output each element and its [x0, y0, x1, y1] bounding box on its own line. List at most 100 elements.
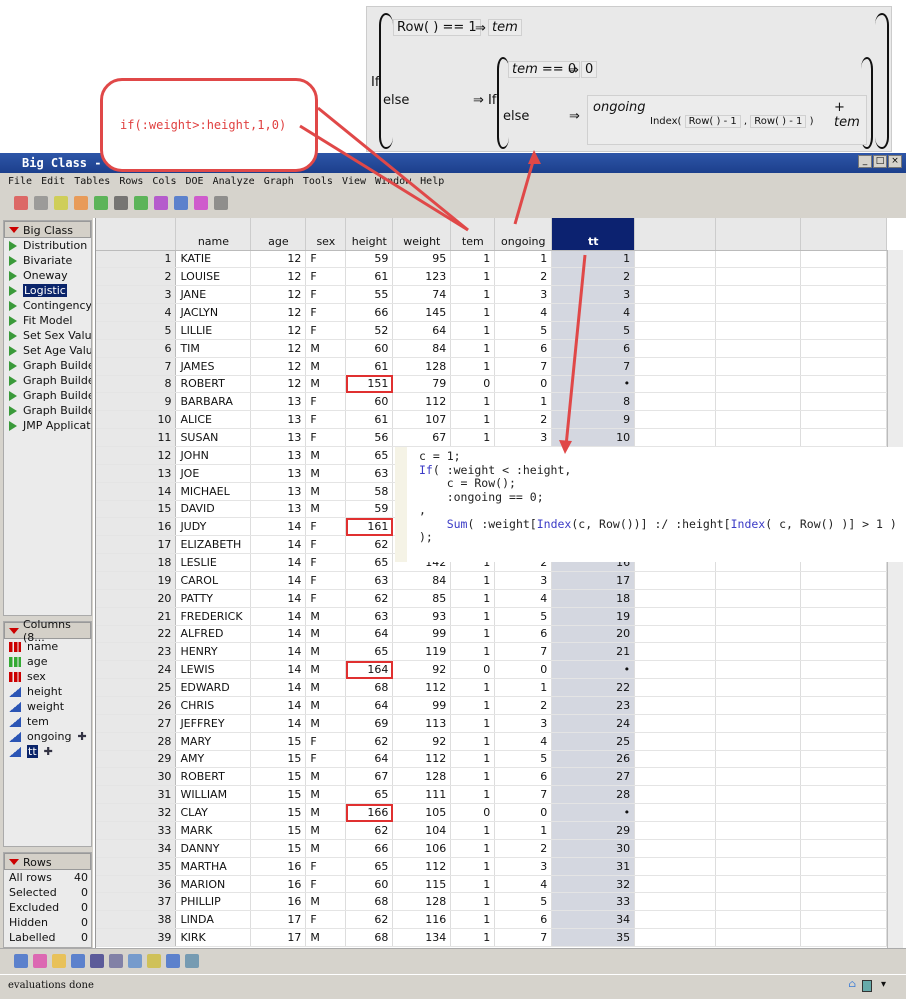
cell-age[interactable]: 12	[250, 250, 307, 269]
cell-age[interactable]: 12	[250, 321, 307, 340]
cell-tt[interactable]: 35	[551, 928, 636, 948]
cell-name[interactable]: MARY	[175, 732, 252, 751]
cell-sex[interactable]: F	[305, 410, 347, 430]
cell-tt[interactable]: 21	[551, 642, 636, 662]
cell-tem[interactable]: 1	[450, 303, 496, 322]
toolbar-tool-icon[interactable]	[154, 196, 168, 210]
table-row[interactable]: 10 ALICE 13 F 61 107 1 2 9	[96, 410, 887, 430]
row-number[interactable]: 19	[96, 571, 177, 590]
cell-tem[interactable]: 1	[450, 392, 496, 412]
cell-ongoing[interactable]: 6	[494, 910, 553, 930]
cell-height[interactable]: 55	[345, 285, 394, 305]
cell-sex[interactable]: F	[305, 250, 347, 269]
cell-name[interactable]: MARION	[175, 875, 252, 894]
row-number[interactable]: 38	[96, 910, 177, 930]
cell-sex[interactable]: F	[305, 517, 347, 537]
row-number[interactable]: 25	[96, 678, 177, 697]
red-triangle-icon[interactable]	[9, 628, 19, 634]
cell-weight[interactable]: 64	[392, 321, 452, 340]
row-number[interactable]: 10	[96, 410, 177, 430]
cell-sex[interactable]: F	[305, 285, 347, 305]
cell-ongoing[interactable]: 3	[494, 571, 553, 590]
cell-age[interactable]: 12	[250, 267, 307, 287]
cell-tt[interactable]: 8	[551, 392, 636, 412]
toolbar-tool-icon[interactable]	[34, 196, 48, 210]
table-row[interactable]: 32 CLAY 15 M 166 105 0 0 •	[96, 803, 887, 822]
table-row[interactable]: 33 MARK 15 M 62 104 1 1 29	[96, 821, 887, 840]
cell-height[interactable]: 52	[345, 321, 394, 340]
cell-name[interactable]: MARK	[175, 821, 252, 840]
cell-tem[interactable]: 1	[450, 321, 496, 340]
cell-tt[interactable]: 19	[551, 607, 636, 626]
window-list-icon[interactable]	[862, 980, 872, 992]
row-number[interactable]: 36	[96, 875, 177, 894]
cell-sex[interactable]: M	[305, 892, 347, 912]
cell-tt[interactable]: 9	[551, 410, 636, 430]
cell-weight[interactable]: 105	[392, 803, 452, 822]
cell-age[interactable]: 14	[250, 678, 307, 697]
cell-sex[interactable]: F	[305, 857, 347, 876]
script-item[interactable]: Set Sex Value	[4, 328, 91, 343]
toolbar-tool-icon[interactable]	[194, 196, 208, 210]
cell-age[interactable]: 14	[250, 607, 307, 626]
table-row[interactable]: 34 DANNY 15 M 66 106 1 2 30	[96, 839, 887, 858]
script-item[interactable]: Contingency	[4, 298, 91, 313]
row-number[interactable]: 28	[96, 732, 177, 751]
cell-tem[interactable]: 1	[450, 571, 496, 590]
cell-height[interactable]: 64	[345, 750, 394, 769]
column-header-name[interactable]: name	[175, 218, 252, 251]
toolbar-tool-icon[interactable]	[114, 196, 128, 210]
row-number[interactable]: 33	[96, 821, 177, 840]
cell-ongoing[interactable]: 6	[494, 625, 553, 644]
toolbar-tool-icon[interactable]	[14, 954, 28, 968]
cell-tt[interactable]: 29	[551, 821, 636, 840]
cell-age[interactable]: 14	[250, 625, 307, 644]
toolbar-tool-icon[interactable]	[134, 196, 148, 210]
cell-height[interactable]: 65	[345, 857, 394, 876]
cell-ongoing[interactable]: 2	[494, 696, 553, 715]
cell-name[interactable]: KATIE	[175, 250, 252, 269]
table-row[interactable]: 30 ROBERT 15 M 67 128 1 6 27	[96, 767, 887, 787]
cell-weight[interactable]: 112	[392, 750, 452, 769]
cell-age[interactable]: 14	[250, 714, 307, 733]
cell-ongoing[interactable]: 3	[494, 714, 553, 733]
cell-name[interactable]: ELIZABETH	[175, 535, 252, 555]
cell-tem[interactable]: 1	[450, 642, 496, 662]
cell-height[interactable]: 68	[345, 928, 394, 948]
row-number[interactable]: 2	[96, 267, 177, 287]
cell-weight[interactable]: 128	[392, 767, 452, 787]
cell-tt[interactable]: •	[551, 660, 636, 680]
vertical-scrollbar[interactable]	[887, 250, 903, 948]
cell-weight[interactable]: 128	[392, 892, 452, 912]
cell-sex[interactable]: M	[305, 500, 347, 519]
toolbar-tool-icon[interactable]	[185, 954, 199, 968]
cell-sex[interactable]: M	[305, 357, 347, 376]
cell-name[interactable]: TIM	[175, 339, 252, 358]
menu-file[interactable]: File	[8, 176, 32, 191]
table-row[interactable]: 11 SUSAN 13 F 56 67 1 3 10	[96, 428, 887, 447]
toolbar-tool-icon[interactable]	[94, 196, 108, 210]
cell-age[interactable]: 14	[250, 517, 307, 537]
cell-weight[interactable]: 85	[392, 589, 452, 608]
cell-height[interactable]: 62	[345, 910, 394, 930]
toolbar-tool-icon[interactable]	[54, 196, 68, 210]
cell-age[interactable]: 14	[250, 535, 307, 555]
toolbar-tool-icon[interactable]	[90, 954, 104, 968]
cell-sex[interactable]: M	[305, 482, 347, 501]
cell-height[interactable]: 66	[345, 839, 394, 858]
cell-ongoing[interactable]: 0	[494, 803, 553, 822]
cell-height[interactable]: 65	[345, 446, 394, 465]
row-number[interactable]: 26	[96, 696, 177, 715]
cell-sex[interactable]: M	[305, 625, 347, 644]
cell-height[interactable]: 61	[345, 357, 394, 376]
cell-age[interactable]: 12	[250, 339, 307, 358]
cell-name[interactable]: JEFFREY	[175, 714, 252, 733]
cell-age[interactable]: 12	[250, 357, 307, 376]
row-number[interactable]: 17	[96, 535, 177, 555]
row-number[interactable]: 32	[96, 803, 177, 822]
menu-cols[interactable]: Cols	[152, 176, 176, 191]
cell-name[interactable]: AMY	[175, 750, 252, 769]
cell-height[interactable]: 59	[345, 500, 394, 519]
cell-age[interactable]: 13	[250, 392, 307, 412]
row-number[interactable]: 22	[96, 625, 177, 644]
